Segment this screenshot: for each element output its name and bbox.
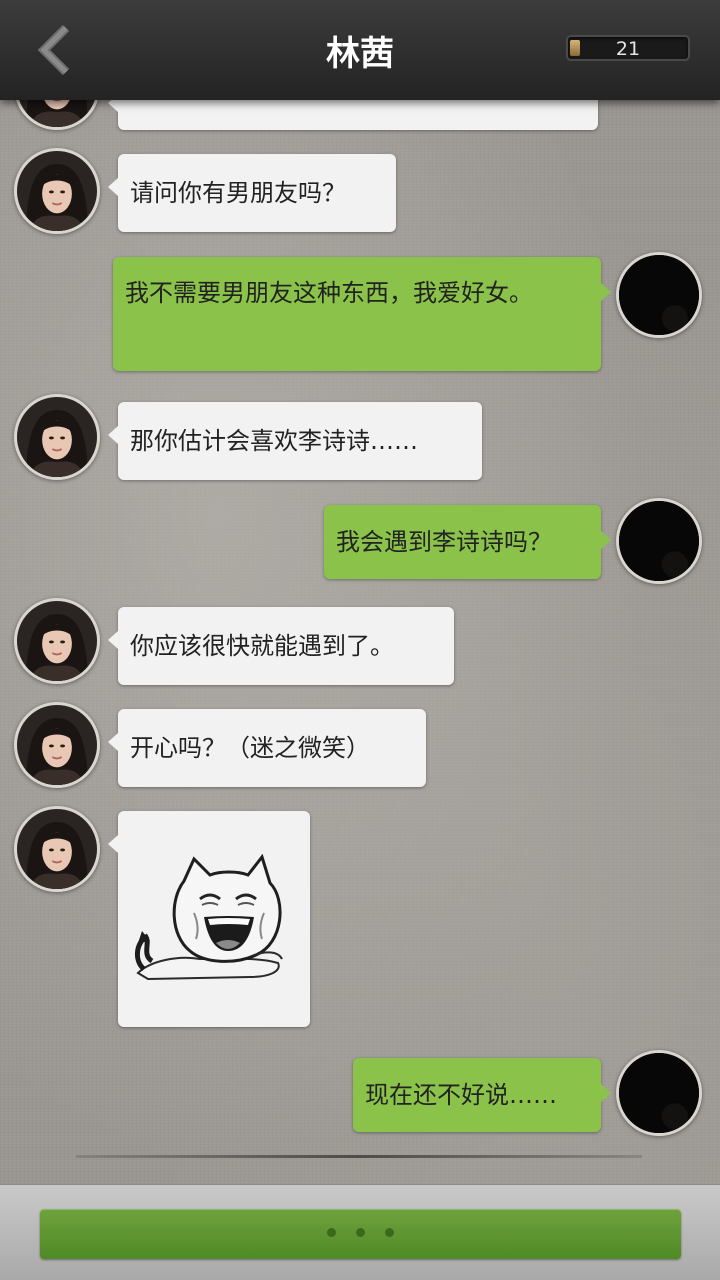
counter-value: 21: [615, 38, 641, 60]
player-avatar: [616, 498, 702, 584]
ellipsis-dots-icon: [40, 1228, 681, 1237]
top-bar: 林茜 21: [0, 0, 720, 100]
girl-portrait-icon: [17, 151, 97, 231]
message-bubble-player: 我不需要男朋友这种东西，我爱好女。: [113, 257, 611, 371]
message-text: 现在还不好说……: [365, 1081, 557, 1109]
dark-avatar-icon: [619, 1053, 699, 1133]
girl-portrait-icon: [17, 397, 97, 477]
dark-avatar-icon: [619, 501, 699, 581]
contact-avatar: [14, 702, 100, 788]
message-bubble-player: 现在还不好说……: [353, 1058, 611, 1132]
chat-divider: [76, 1155, 642, 1158]
girl-portrait-icon: [17, 601, 97, 681]
dot-icon: [385, 1228, 394, 1237]
message-text: 请问你有男朋友吗？: [130, 179, 346, 207]
message-bubble-contact: 开心吗？（迷之微笑）: [108, 709, 426, 787]
progress-counter: 21: [566, 35, 690, 61]
dot-icon: [356, 1228, 365, 1237]
player-avatar: [616, 252, 702, 338]
contact-avatar: [14, 598, 100, 684]
message-bubble-sticker: [108, 811, 310, 1027]
message-text: 我会遇到李诗诗吗？: [336, 528, 552, 556]
contact-avatar: [14, 806, 100, 892]
laughing-cat-sticker-icon: [135, 853, 283, 981]
message-text: 开心吗？（迷之微笑）: [130, 734, 370, 762]
contact-avatar: [14, 394, 100, 480]
continue-button[interactable]: [40, 1209, 681, 1259]
message-bubble-contact: 请问你有男朋友吗？: [108, 154, 396, 232]
player-avatar: [616, 1050, 702, 1136]
dark-avatar-icon: [619, 255, 699, 335]
message-text: 你应该很快就能遇到了。: [130, 632, 394, 660]
girl-portrait-icon: [17, 809, 97, 889]
chat-area[interactable]: 请问你有男朋友吗？ 我不需要男朋友这种东西，我爱好女。 那你估计会喜欢李诗诗……: [0, 0, 720, 1180]
girl-portrait-icon: [17, 705, 97, 785]
message-bubble-player: 我会遇到李诗诗吗？: [324, 505, 611, 579]
message-bubble-contact: 你应该很快就能遇到了。: [108, 607, 454, 685]
message-text: 那你估计会喜欢李诗诗……: [130, 427, 418, 455]
dot-icon: [327, 1228, 336, 1237]
message-bubble-contact: 那你估计会喜欢李诗诗……: [108, 402, 482, 480]
bottom-bar: [0, 1184, 720, 1280]
contact-avatar: [14, 148, 100, 234]
message-text: 我不需要男朋友这种东西，我爱好女。: [125, 279, 533, 307]
